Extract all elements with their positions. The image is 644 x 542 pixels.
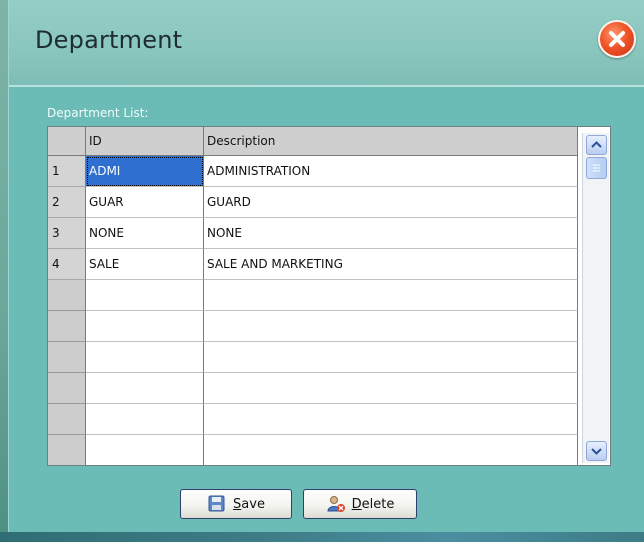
header-corner[interactable]: [48, 127, 86, 155]
row-selector[interactable]: [48, 342, 86, 373]
empty-cell[interactable]: [204, 280, 578, 311]
empty-row[interactable]: [48, 280, 578, 311]
row-selector[interactable]: [48, 280, 86, 311]
row-number[interactable]: 4: [48, 249, 86, 280]
chevron-down-icon: [591, 448, 602, 455]
delete-button[interactable]: Delete: [303, 489, 417, 519]
column-header-id[interactable]: ID: [86, 127, 204, 155]
empty-row[interactable]: [48, 435, 578, 465]
title-bar: Department: [9, 0, 644, 87]
empty-row[interactable]: [48, 373, 578, 404]
empty-cell[interactable]: [204, 311, 578, 342]
column-header-description[interactable]: Description: [204, 127, 578, 155]
empty-cell[interactable]: [86, 404, 204, 435]
empty-cell[interactable]: [204, 342, 578, 373]
grid-header: ID Description: [48, 127, 578, 156]
empty-cell[interactable]: [86, 311, 204, 342]
cell-description[interactable]: GUARD: [204, 187, 578, 218]
empty-cell[interactable]: [204, 373, 578, 404]
scroll-up-button[interactable]: [586, 135, 607, 155]
cell-description[interactable]: SALE AND MARKETING: [204, 249, 578, 280]
save-button[interactable]: Save: [180, 489, 292, 519]
empty-row[interactable]: [48, 404, 578, 435]
row-selector[interactable]: [48, 311, 86, 342]
empty-cell[interactable]: [86, 342, 204, 373]
table-row[interactable]: 2 GUAR GUARD: [48, 187, 578, 218]
taskbar-strip: [0, 532, 644, 542]
delete-button-label: Delete: [352, 497, 395, 512]
delete-accelerator: D: [351, 496, 362, 512]
scroll-thumb[interactable]: [586, 157, 607, 179]
vertical-scrollbar[interactable]: [582, 133, 609, 463]
window-title: Department: [35, 26, 183, 54]
cell-id[interactable]: ADMI: [86, 156, 204, 187]
table-row[interactable]: 4 SALE SALE AND MARKETING: [48, 249, 578, 280]
empty-cell[interactable]: [204, 404, 578, 435]
save-button-label: Save: [233, 497, 265, 512]
chevron-up-icon: [591, 141, 602, 148]
empty-cell[interactable]: [86, 373, 204, 404]
table-row[interactable]: 3 NONE NONE: [48, 218, 578, 249]
floppy-disk-icon: [207, 495, 227, 513]
row-number[interactable]: 1: [48, 156, 86, 187]
department-list-label: Department List:: [47, 106, 149, 120]
cell-id[interactable]: SALE: [86, 249, 204, 280]
desktop-backdrop: [0, 0, 8, 542]
scroll-down-button[interactable]: [586, 441, 607, 461]
cell-id[interactable]: GUAR: [86, 187, 204, 218]
empty-cell[interactable]: [86, 435, 204, 465]
row-number[interactable]: 2: [48, 187, 86, 218]
cell-description[interactable]: NONE: [204, 218, 578, 249]
grip-icon: [593, 164, 600, 172]
empty-row[interactable]: [48, 342, 578, 373]
department-grid: ID Description 1 ADMI ADMINISTRATION 2 G…: [47, 126, 611, 466]
delete-label-rest: elete: [361, 496, 395, 512]
row-number[interactable]: 3: [48, 218, 86, 249]
empty-row[interactable]: [48, 311, 578, 342]
empty-cell[interactable]: [86, 280, 204, 311]
close-button[interactable]: [598, 20, 636, 58]
cell-description[interactable]: ADMINISTRATION: [204, 156, 578, 187]
table-row[interactable]: 1 ADMI ADMINISTRATION: [48, 156, 578, 187]
row-selector[interactable]: [48, 435, 86, 465]
save-label-rest: ave: [241, 496, 265, 512]
row-selector[interactable]: [48, 404, 86, 435]
user-delete-icon: [326, 495, 346, 513]
empty-cell[interactable]: [204, 435, 578, 465]
close-icon: [609, 31, 625, 47]
cell-id[interactable]: NONE: [86, 218, 204, 249]
department-dialog: Department Department List: ID Descripti…: [8, 0, 644, 532]
row-selector[interactable]: [48, 373, 86, 404]
